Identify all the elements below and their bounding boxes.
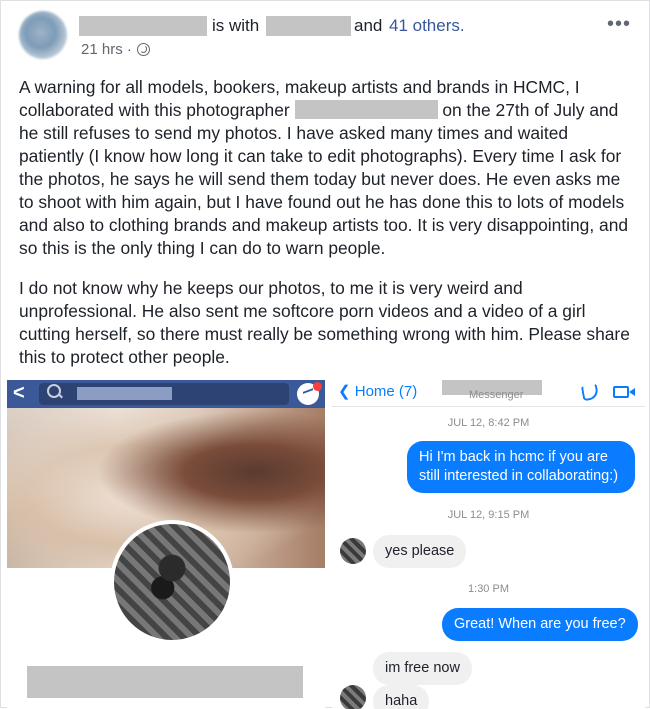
message-time: JUL 12, 9:15 PM	[447, 509, 530, 521]
outgoing-message: Great! When are you free?	[442, 608, 638, 641]
incoming-message: yes please	[373, 535, 467, 568]
back-arrow-icon: <	[13, 382, 25, 404]
video-call-icon	[613, 386, 635, 398]
more-options-icon[interactable]: •••	[607, 13, 631, 36]
messenger-header: ❮ Home (7) Messenger	[332, 380, 645, 407]
incoming-message: im free now	[373, 652, 472, 685]
messenger-screenshot[interactable]: ❮ Home (7) Messenger JUL 12, 8:42 PM Hi …	[332, 380, 645, 709]
timestamp-text: 21 hrs ·	[81, 41, 132, 58]
contact-avatar	[340, 685, 366, 709]
avatar[interactable]	[19, 11, 67, 59]
facebook-post: is with and 41 others. 21 hrs · ••• A wa…	[0, 0, 650, 709]
and-text: and	[354, 16, 383, 35]
message-time: JUL 12, 8:42 PM	[447, 417, 530, 429]
search-icon	[47, 384, 61, 398]
post-paragraph-2: I do not know why he keeps our photos, t…	[19, 278, 630, 367]
facebook-top-bar: <	[7, 380, 325, 408]
phone-call-icon	[580, 382, 600, 402]
redacted-profile-name	[27, 666, 303, 698]
message-time: 1:30 PM	[468, 583, 509, 595]
post-timestamp[interactable]: 21 hrs ·	[81, 41, 150, 58]
post-paragraph-1: A warning for all models, bookers, makeu…	[19, 76, 637, 260]
outgoing-message: Hi I'm back in hcmc if you are still int…	[407, 441, 635, 493]
redacted-tagged-name	[266, 16, 351, 36]
home-back-link: ❮ Home (7)	[338, 383, 418, 400]
is-with-text: is with	[212, 16, 260, 35]
paragraph-1-end: on the 27th of July and he still refuses…	[19, 100, 629, 258]
incoming-message: haha	[373, 685, 430, 709]
profile-screenshot[interactable]: <	[7, 380, 325, 709]
notification-badge	[313, 382, 322, 391]
others-link[interactable]: 41 others.	[389, 16, 465, 36]
globe-icon	[136, 43, 150, 56]
contact-avatar	[340, 538, 366, 564]
redacted-search-text	[77, 387, 172, 400]
messenger-subtitle: Messenger	[469, 389, 524, 401]
redacted-author-name	[79, 16, 207, 36]
profile-picture	[110, 520, 234, 644]
redacted-photographer-name	[294, 100, 438, 119]
